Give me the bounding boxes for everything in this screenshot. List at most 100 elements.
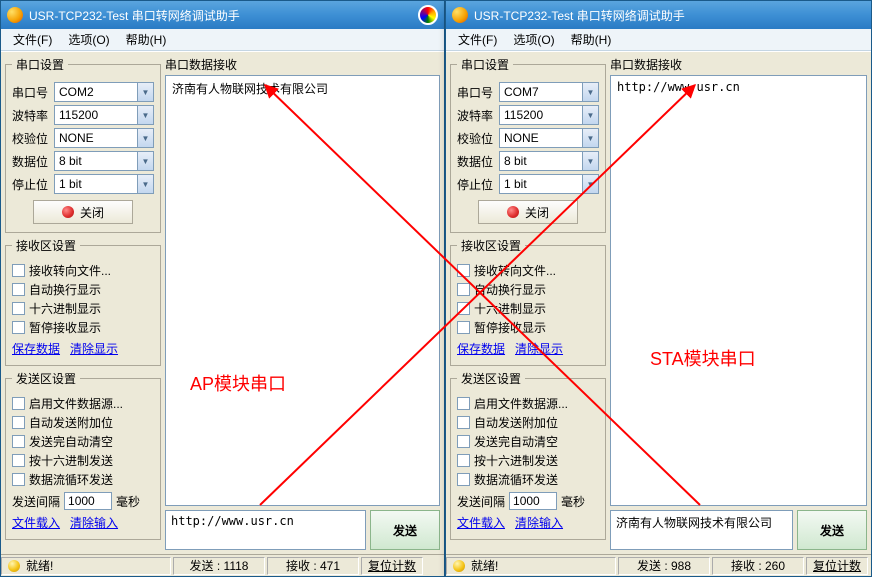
chevron-down-icon[interactable]: ▼ (137, 175, 153, 193)
chevron-down-icon[interactable]: ▼ (582, 129, 598, 147)
checkbox-fromfile[interactable] (12, 397, 25, 410)
file-load-link[interactable]: 文件载入 (12, 516, 60, 530)
app-icon (452, 7, 468, 23)
clear-input-link[interactable]: 清除输入 (515, 516, 563, 530)
chevron-down-icon[interactable]: ▼ (137, 83, 153, 101)
checkbox-hexsend[interactable] (12, 454, 25, 467)
send-settings-group: 发送区设置 启用文件数据源... 自动发送附加位 发送完自动清空 按十六进制发送… (5, 370, 161, 540)
baud-label: 波特率 (457, 107, 499, 124)
status-ready: 就绪! (26, 557, 53, 574)
send-settings-group: 发送区设置 启用文件数据源... 自动发送附加位 发送完自动清空 按十六进制发送… (450, 370, 606, 540)
databits-combo[interactable]: 8 bit▼ (54, 151, 154, 171)
send-settings-legend: 发送区设置 (12, 370, 80, 387)
chevron-down-icon[interactable]: ▼ (582, 175, 598, 193)
serial-settings-legend: 串口设置 (457, 56, 513, 73)
serial-settings-group: 串口设置 串口号 COM7▼ 波特率 115200▼ 校验位 NONE▼ 数据位… (450, 56, 606, 233)
send-button[interactable]: 发送 (797, 510, 867, 550)
parity-label: 校验位 (457, 130, 499, 147)
parity-combo[interactable]: NONE▼ (499, 128, 599, 148)
baud-combo[interactable]: 115200▼ (499, 105, 599, 125)
chevron-down-icon[interactable]: ▼ (582, 83, 598, 101)
checkbox-pause[interactable] (457, 321, 470, 334)
rainbow-icon (418, 5, 438, 25)
menu-help[interactable]: 帮助(H) (118, 29, 175, 50)
checkbox-hex[interactable] (12, 302, 25, 315)
checkbox-pause[interactable] (12, 321, 25, 334)
menu-file[interactable]: 文件(F) (5, 29, 60, 50)
bulb-icon (8, 560, 20, 572)
save-data-link[interactable]: 保存数据 (12, 342, 60, 356)
chevron-down-icon[interactable]: ▼ (137, 152, 153, 170)
clear-display-link[interactable]: 清除显示 (515, 342, 563, 356)
clear-input-link[interactable]: 清除输入 (70, 516, 118, 530)
left-app-window: USR-TCP232-Test 串口转网络调试助手 文件(F) 选项(O) 帮助… (0, 0, 445, 577)
titlebar[interactable]: USR-TCP232-Test 串口转网络调试助手 (446, 1, 871, 29)
file-load-link[interactable]: 文件载入 (457, 516, 505, 530)
recv-textarea[interactable]: http://www.usr.cn (610, 75, 867, 506)
checkbox-loop[interactable] (12, 473, 25, 486)
checkbox-tofile[interactable] (12, 264, 25, 277)
send-textarea[interactable]: 济南有人物联网技术有限公司 (610, 510, 793, 550)
interval-label: 发送间隔 (457, 493, 505, 510)
serial-settings-group: 串口设置 串口号 COM2▼ 波特率 115200▼ 校验位 NONE▼ 数据位… (5, 56, 161, 233)
send-button[interactable]: 发送 (370, 510, 440, 550)
checkbox-tofile[interactable] (457, 264, 470, 277)
port-combo[interactable]: COM7▼ (499, 82, 599, 102)
menubar: 文件(F) 选项(O) 帮助(H) (1, 29, 444, 51)
menu-options[interactable]: 选项(O) (60, 29, 117, 50)
checkbox-autowrap[interactable] (457, 283, 470, 296)
checkbox-hexsend[interactable] (457, 454, 470, 467)
statusbar: 就绪! 发送 : 1118 接收 : 471 复位计数 (1, 554, 444, 576)
chevron-down-icon[interactable]: ▼ (582, 106, 598, 124)
port-combo[interactable]: COM2▼ (54, 82, 154, 102)
menu-help[interactable]: 帮助(H) (563, 29, 620, 50)
status-rx: 接收 : 260 (712, 557, 804, 575)
reset-counter-link[interactable]: 复位计数 (806, 557, 868, 575)
reset-counter-link[interactable]: 复位计数 (361, 557, 423, 575)
parity-combo[interactable]: NONE▼ (54, 128, 154, 148)
chevron-down-icon[interactable]: ▼ (137, 129, 153, 147)
chevron-down-icon[interactable]: ▼ (137, 106, 153, 124)
titlebar[interactable]: USR-TCP232-Test 串口转网络调试助手 (1, 1, 444, 29)
checkbox-autoclr[interactable] (12, 435, 25, 448)
recv-textarea[interactable]: 济南有人物联网技术有限公司 (165, 75, 440, 506)
interval-input[interactable]: 1000 (64, 492, 112, 510)
port-label: 串口号 (457, 84, 499, 101)
menu-options[interactable]: 选项(O) (505, 29, 562, 50)
window-title: USR-TCP232-Test 串口转网络调试助手 (474, 7, 865, 24)
status-tx: 发送 : 1118 (173, 557, 265, 575)
send-textarea[interactable]: http://www.usr.cn (165, 510, 366, 550)
checkbox-append[interactable] (12, 416, 25, 429)
status-rx: 接收 : 471 (267, 557, 359, 575)
close-port-button[interactable]: 关闭 (33, 200, 133, 224)
serial-settings-legend: 串口设置 (12, 56, 68, 73)
stopbits-combo[interactable]: 1 bit▼ (54, 174, 154, 194)
recv-settings-group: 接收区设置 接收转向文件... 自动换行显示 十六进制显示 暂停接收显示 保存数… (5, 237, 161, 366)
port-label: 串口号 (12, 84, 54, 101)
interval-input[interactable]: 1000 (509, 492, 557, 510)
checkbox-loop[interactable] (457, 473, 470, 486)
menu-file[interactable]: 文件(F) (450, 29, 505, 50)
save-data-link[interactable]: 保存数据 (457, 342, 505, 356)
checkbox-autowrap[interactable] (12, 283, 25, 296)
menubar: 文件(F) 选项(O) 帮助(H) (446, 29, 871, 51)
checkbox-hex[interactable] (457, 302, 470, 315)
databits-combo[interactable]: 8 bit▼ (499, 151, 599, 171)
clear-display-link[interactable]: 清除显示 (70, 342, 118, 356)
recv-settings-legend: 接收区设置 (12, 237, 80, 254)
status-ready: 就绪! (471, 557, 498, 574)
checkbox-fromfile[interactable] (457, 397, 470, 410)
close-port-button[interactable]: 关闭 (478, 200, 578, 224)
recv-area-label: 串口数据接收 (610, 56, 867, 73)
checkbox-autoclr[interactable] (457, 435, 470, 448)
recv-area-label: 串口数据接收 (165, 56, 440, 73)
recv-settings-legend: 接收区设置 (457, 237, 525, 254)
stopbits-combo[interactable]: 1 bit▼ (499, 174, 599, 194)
checkbox-append[interactable] (457, 416, 470, 429)
chevron-down-icon[interactable]: ▼ (582, 152, 598, 170)
baud-label: 波特率 (12, 107, 54, 124)
baud-combo[interactable]: 115200▼ (54, 105, 154, 125)
statusbar: 就绪! 发送 : 988 接收 : 260 复位计数 (446, 554, 871, 576)
right-app-window: USR-TCP232-Test 串口转网络调试助手 文件(F) 选项(O) 帮助… (445, 0, 872, 577)
parity-label: 校验位 (12, 130, 54, 147)
